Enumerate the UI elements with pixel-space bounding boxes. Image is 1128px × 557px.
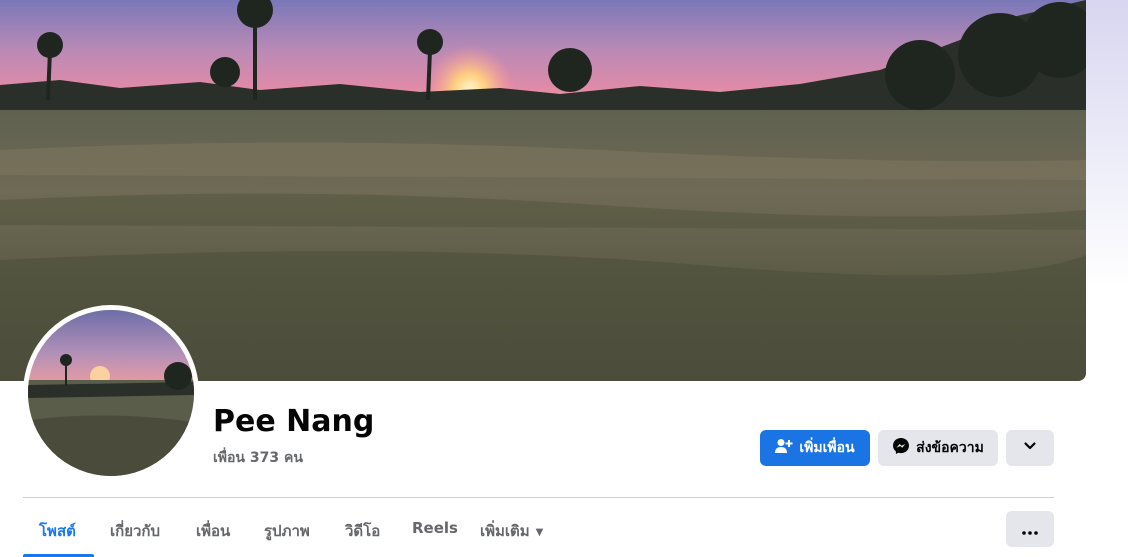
message-button[interactable]: ส่งข้อความ (878, 430, 998, 466)
person-plus-icon (775, 438, 793, 458)
tab-reels[interactable]: Reels (412, 519, 458, 537)
add-friend-label: เพิ่มเพื่อน (799, 440, 855, 456)
profile-options-dropdown[interactable] (1006, 430, 1054, 466)
caret-down-icon: ▼ (535, 527, 544, 538)
profile-name: Pee Nang (213, 404, 375, 439)
background-gradient (1086, 0, 1128, 557)
friend-count[interactable]: เพื่อน 373 คน (213, 447, 303, 469)
tab-posts[interactable]: โพสต์ (39, 519, 76, 543)
message-label: ส่งข้อความ (916, 440, 984, 456)
tab-videos[interactable]: วิดีโอ (345, 519, 380, 543)
chevron-down-icon (1023, 439, 1037, 457)
messenger-icon (892, 437, 910, 459)
add-friend-button[interactable]: เพิ่มเพื่อน (760, 430, 870, 466)
profile-page: Pee Nang เพื่อน 373 คน เพิ่มเพื่อน ส่งข้… (0, 0, 1128, 557)
avatar[interactable] (28, 310, 194, 476)
tab-more[interactable]: เพิ่มเติม ▼ (480, 519, 543, 543)
tab-friends[interactable]: เพื่อน (196, 519, 230, 543)
tab-about[interactable]: เกี่ยวกับ (110, 519, 160, 543)
tab-photos[interactable]: รูปภาพ (264, 519, 310, 543)
divider (23, 497, 1054, 498)
ellipsis-icon (1022, 520, 1038, 539)
tab-more-label: เพิ่มเติม (480, 522, 530, 540)
more-options-button[interactable] (1006, 511, 1054, 547)
